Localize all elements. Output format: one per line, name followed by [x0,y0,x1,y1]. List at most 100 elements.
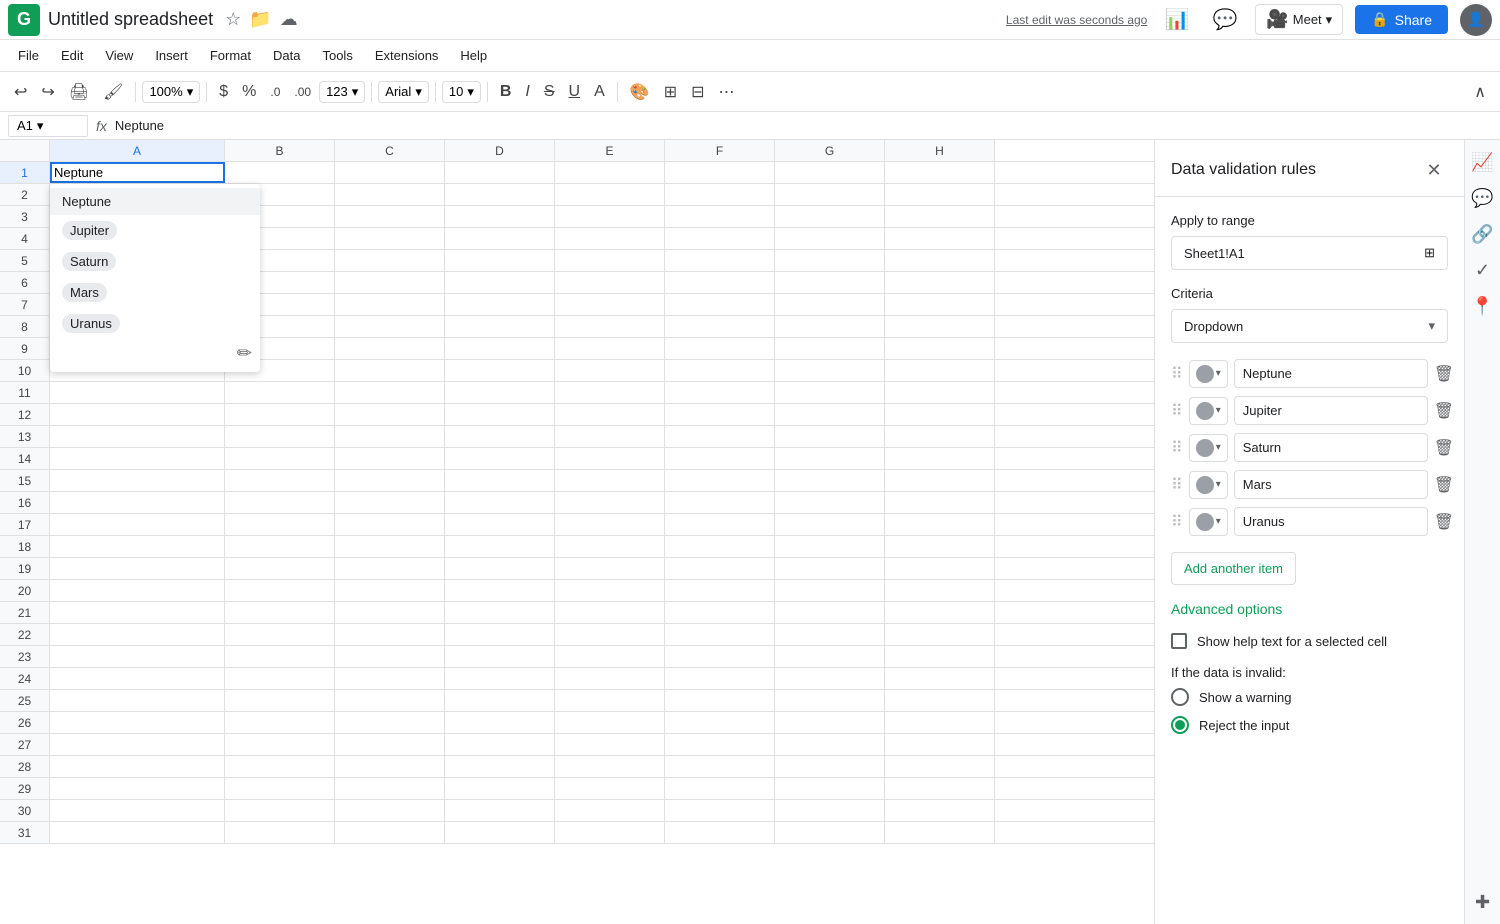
cell-f22[interactable] [665,624,775,645]
formula-input[interactable]: Neptune [115,118,1492,133]
row-num-15[interactable]: 15 [0,470,50,491]
cell-a26[interactable] [50,712,225,733]
cell-g31[interactable] [775,822,885,843]
cell-g20[interactable] [775,580,885,601]
cell-c30[interactable] [335,800,445,821]
cell-h12[interactable] [885,404,995,425]
cell-d1[interactable] [445,162,555,183]
row-num-11[interactable]: 11 [0,382,50,403]
color-btn-jupiter[interactable]: ▾ [1189,397,1228,425]
cell-f16[interactable] [665,492,775,513]
rs-add-icon[interactable]: ✚ [1469,888,1497,916]
col-header-e[interactable]: E [555,140,665,161]
cell-a30[interactable] [50,800,225,821]
cell-h13[interactable] [885,426,995,447]
add-another-item-button[interactable]: Add another item [1171,552,1296,585]
cell-d27[interactable] [445,734,555,755]
cell-g15[interactable] [775,470,885,491]
cell-b30[interactable] [225,800,335,821]
format-paint-button[interactable]: 🖌 [97,78,129,106]
cell-a29[interactable] [50,778,225,799]
cell-d18[interactable] [445,536,555,557]
cell-a14[interactable] [50,448,225,469]
col-header-h[interactable]: H [885,140,995,161]
cell-a18[interactable] [50,536,225,557]
cell-c26[interactable] [335,712,445,733]
drag-handle-uranus[interactable]: ⠿ [1171,512,1183,532]
cell-e22[interactable] [555,624,665,645]
cell-c23[interactable] [335,646,445,667]
cell-c3[interactable] [335,206,445,227]
cell-e31[interactable] [555,822,665,843]
cell-g11[interactable] [775,382,885,403]
cell-f23[interactable] [665,646,775,667]
cell-c29[interactable] [335,778,445,799]
cell-g22[interactable] [775,624,885,645]
cell-c20[interactable] [335,580,445,601]
row-num-18[interactable]: 18 [0,536,50,557]
val-input-mars[interactable] [1234,470,1428,499]
cell-e24[interactable] [555,668,665,689]
print-button[interactable]: 🖨 [63,78,95,106]
delete-mars-button[interactable]: 🗑 [1434,471,1454,499]
dropdown-option-mars[interactable]: Mars [50,277,260,308]
percent-button[interactable]: % [236,79,262,105]
row-num-17[interactable]: 17 [0,514,50,535]
underline-button[interactable]: U [563,79,587,105]
cell-h9[interactable] [885,338,995,359]
cell-d13[interactable] [445,426,555,447]
cell-b17[interactable] [225,514,335,535]
color-btn-saturn[interactable]: ▾ [1189,434,1228,462]
cell-b16[interactable] [225,492,335,513]
cell-d17[interactable] [445,514,555,535]
row-num-6[interactable]: 6 [0,272,50,293]
cell-b21[interactable] [225,602,335,623]
cell-c28[interactable] [335,756,445,777]
cell-d2[interactable] [445,184,555,205]
more-button[interactable]: ⋯ [713,78,741,106]
cell-b22[interactable] [225,624,335,645]
cell-a21[interactable] [50,602,225,623]
cell-b23[interactable] [225,646,335,667]
cell-b19[interactable] [225,558,335,579]
cell-a27[interactable] [50,734,225,755]
cell-e13[interactable] [555,426,665,447]
cell-c22[interactable] [335,624,445,645]
cell-d12[interactable] [445,404,555,425]
cell-g5[interactable] [775,250,885,271]
cell-a13[interactable] [50,426,225,447]
menu-file[interactable]: File [8,44,49,67]
cell-g4[interactable] [775,228,885,249]
cell-f8[interactable] [665,316,775,337]
undo-button[interactable]: ↩ [8,78,33,106]
cell-f5[interactable] [665,250,775,271]
cell-a17[interactable] [50,514,225,535]
cell-c21[interactable] [335,602,445,623]
dropdown-option-uranus[interactable]: Uranus [50,308,260,339]
cell-h28[interactable] [885,756,995,777]
cell-d9[interactable] [445,338,555,359]
cell-a24[interactable] [50,668,225,689]
cell-f3[interactable] [665,206,775,227]
cell-b31[interactable] [225,822,335,843]
cell-d10[interactable] [445,360,555,381]
cell-h1[interactable] [885,162,995,183]
cell-d29[interactable] [445,778,555,799]
collapse-button[interactable]: ∧ [1468,78,1492,106]
cell-c5[interactable] [335,250,445,271]
font-size-select[interactable]: 10 ▾ [442,81,481,103]
menu-format[interactable]: Format [200,44,261,67]
cell-g25[interactable] [775,690,885,711]
cell-f27[interactable] [665,734,775,755]
cell-c18[interactable] [335,536,445,557]
cell-f29[interactable] [665,778,775,799]
cell-d4[interactable] [445,228,555,249]
cell-c12[interactable] [335,404,445,425]
cell-reference[interactable]: A1 ▾ [8,115,88,137]
advanced-options-toggle[interactable]: Advanced options [1171,601,1448,617]
cell-d31[interactable] [445,822,555,843]
cell-f25[interactable] [665,690,775,711]
cell-h8[interactable] [885,316,995,337]
cell-c7[interactable] [335,294,445,315]
menu-insert[interactable]: Insert [145,44,198,67]
